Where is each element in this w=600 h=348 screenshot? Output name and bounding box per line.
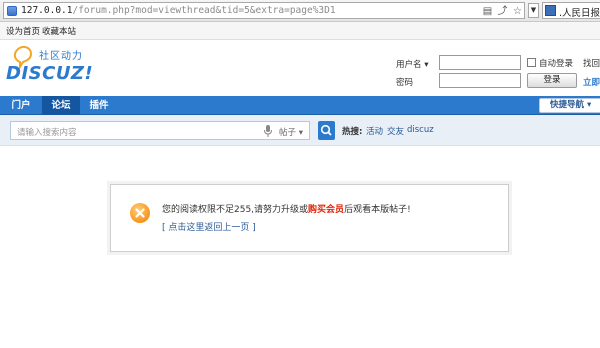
- reader-icon[interactable]: ▤: [482, 6, 493, 17]
- browser-address-bar: 127.0.0.1/forum.php?mod=viewthread&tid=5…: [0, 0, 600, 22]
- bookmark-star-icon[interactable]: ☆: [512, 6, 523, 17]
- search-input[interactable]: 请输入搜索内容 帖子 ▾: [10, 121, 310, 140]
- nav-item-plugins[interactable]: 插件: [80, 96, 118, 115]
- find-password-link[interactable]: 找回: [583, 57, 600, 69]
- password-label: 密码: [396, 78, 414, 88]
- main-nav: 门户 论坛 插件 快捷导航 ▾: [0, 96, 600, 115]
- auto-login-label: 自动登录: [539, 59, 574, 69]
- search-engine-dropdown-icon[interactable]: ▼: [528, 3, 539, 18]
- search-engine-icon: [545, 5, 556, 16]
- logo-slogan: 社区动力: [39, 51, 83, 62]
- bookmark-add-favorite[interactable]: 收藏本站: [42, 25, 76, 37]
- quick-nav-button[interactable]: 快捷导航 ▾: [539, 98, 600, 113]
- search-placeholder: 请输入搜索内容: [17, 128, 77, 138]
- search-button[interactable]: [318, 121, 335, 140]
- page-favicon-icon: [7, 6, 17, 16]
- login-button[interactable]: 登录: [527, 73, 577, 88]
- error-icon: [130, 203, 150, 223]
- username-input[interactable]: [439, 55, 521, 70]
- hot-search-label: 热搜:: [342, 127, 363, 137]
- username-label: 用户名 ▾: [396, 60, 429, 70]
- search-strip: 请输入搜索内容 帖子 ▾ 热搜: 活动 交友 discuz: [0, 115, 600, 146]
- nav-item-forum[interactable]: 论坛: [42, 96, 80, 115]
- search-engine-text: .人民日报: [559, 8, 600, 19]
- search-engine-box[interactable]: .人民日报: [542, 2, 600, 19]
- quick-nav-label: 快捷导航: [550, 100, 585, 110]
- back-link[interactable]: [ 点击这里返回上一页 ]: [162, 220, 256, 233]
- bookmark-bar: 设为首页 收藏本站: [0, 22, 600, 40]
- hot-term-link[interactable]: 活动: [366, 125, 383, 137]
- permission-message-box: 您的阅读权限不足255,请努力升级或购买会员后观看本版帖子! [ 点击这里返回上…: [110, 184, 509, 252]
- bookmark-set-homepage[interactable]: 设为首页: [6, 25, 40, 37]
- microphone-icon[interactable]: [264, 125, 272, 137]
- auto-login-checkbox[interactable]: [527, 58, 536, 67]
- logo-word: DISCUZ!: [6, 63, 94, 84]
- discuz-logo[interactable]: 社区动力 DISCUZ!: [6, 46, 105, 91]
- hot-term-link[interactable]: 交友: [387, 125, 404, 137]
- nav-item-portal[interactable]: 门户: [0, 96, 42, 115]
- password-input[interactable]: [439, 73, 521, 88]
- chevron-down-icon: ▾: [586, 100, 592, 110]
- url-host: 127.0.0.1: [21, 5, 73, 16]
- permission-message: 您的阅读权限不足255,请努力升级或购买会员后观看本版帖子!: [162, 205, 411, 215]
- buy-membership-link[interactable]: 购买会员: [308, 205, 344, 215]
- url-text: 127.0.0.1/forum.php?mod=viewthread&tid=5…: [21, 5, 336, 16]
- url-field[interactable]: 127.0.0.1/forum.php?mod=viewthread&tid=5…: [3, 2, 537, 19]
- share-icon[interactable]: ⤴: [497, 6, 508, 17]
- register-link[interactable]: 立即: [583, 76, 600, 88]
- url-path: /forum.php?mod=viewthread&tid=5&extra=pa…: [72, 5, 336, 16]
- search-type-select[interactable]: 帖子 ▾: [279, 126, 303, 138]
- hot-term-link[interactable]: discuz: [407, 125, 434, 135]
- search-icon: [320, 124, 332, 136]
